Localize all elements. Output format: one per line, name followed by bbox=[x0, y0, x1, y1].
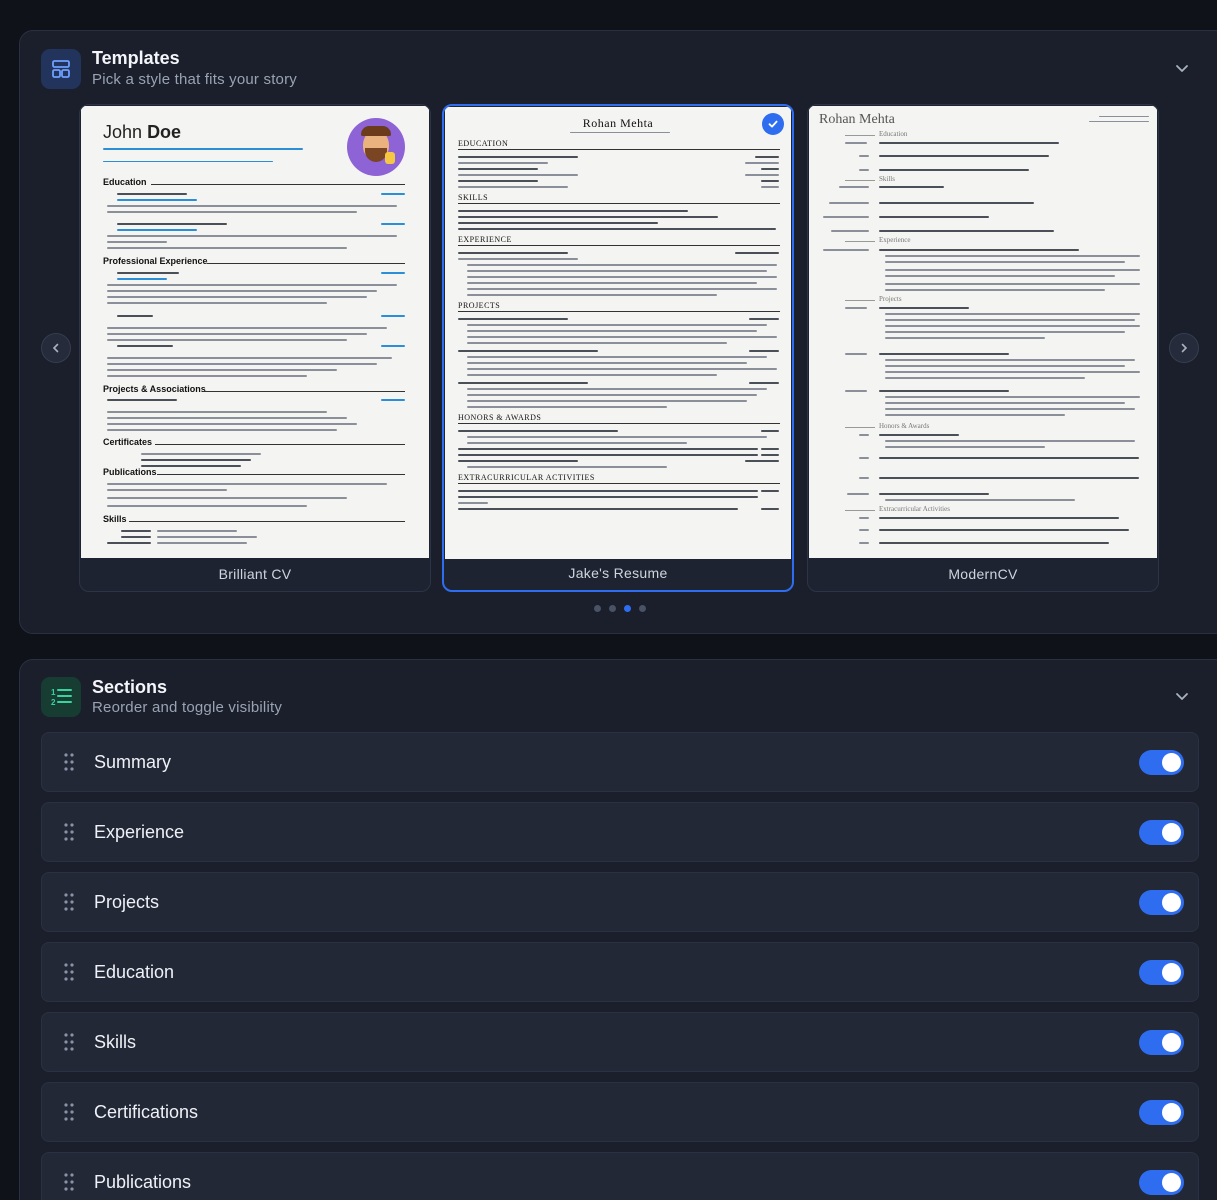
drag-handle-icon[interactable] bbox=[64, 823, 74, 841]
section-label: Skills bbox=[94, 1032, 137, 1052]
preview-section-heading: Skills bbox=[103, 514, 127, 524]
drag-handle-icon[interactable] bbox=[64, 1103, 74, 1121]
section-row-publications[interactable]: Publications bbox=[41, 1152, 1199, 1200]
preview-section-heading: Professional Experience bbox=[103, 256, 208, 266]
toggle-knob bbox=[1162, 1103, 1181, 1122]
section-row-skills[interactable]: Skills bbox=[41, 1012, 1199, 1072]
preview-section-heading: Extracurricular Activities bbox=[458, 473, 595, 482]
section-row-summary[interactable]: Summary bbox=[41, 732, 1199, 792]
carousel-prev-button[interactable] bbox=[41, 333, 71, 363]
preview-section-heading: Education bbox=[458, 139, 509, 148]
preview-name: Rohan Mehta bbox=[819, 112, 895, 127]
preview-name-first: John bbox=[103, 122, 143, 142]
carousel-dots bbox=[594, 605, 646, 612]
toggle-knob bbox=[1162, 1033, 1181, 1052]
section-row-certifications[interactable]: Certifications bbox=[41, 1082, 1199, 1142]
toggle-knob bbox=[1162, 823, 1181, 842]
template-preview-moderncv: Rohan Mehta Education Skills Experience bbox=[809, 106, 1157, 558]
preview-section-heading: Skills bbox=[879, 175, 895, 183]
preview-name: John Doe bbox=[103, 122, 181, 143]
section-label: Projects bbox=[94, 892, 160, 912]
template-card-moderncv[interactable]: Rohan Mehta Education Skills Experience bbox=[807, 104, 1159, 592]
chevron-down-icon[interactable] bbox=[1174, 60, 1190, 76]
chevron-down-icon[interactable] bbox=[1174, 688, 1190, 704]
template-label: Jake's Resume bbox=[568, 565, 668, 581]
preview-section-heading: Honors & Awards bbox=[879, 422, 930, 430]
chevron-right-icon bbox=[1181, 343, 1188, 353]
visibility-toggle[interactable] bbox=[1139, 750, 1184, 775]
sections-panel: 12 Sections Reorder and toggle visibilit… bbox=[19, 659, 1217, 1200]
section-row-education[interactable]: Education bbox=[41, 942, 1199, 1002]
toggle-knob bbox=[1162, 963, 1181, 982]
template-label: Brilliant CV bbox=[218, 566, 292, 582]
avatar bbox=[347, 118, 405, 176]
template-label: ModernCV bbox=[948, 566, 1018, 582]
numbered-list-icon: 12 bbox=[41, 677, 81, 717]
sections-subtitle: Reorder and toggle visibility bbox=[92, 699, 283, 716]
preview-section-heading: Publications bbox=[103, 467, 157, 477]
toggle-knob bbox=[1162, 753, 1181, 772]
drag-handle-icon[interactable] bbox=[64, 1173, 74, 1191]
layout-icon bbox=[41, 49, 81, 89]
templates-subtitle: Pick a style that fits your story bbox=[92, 71, 297, 88]
preview-section-heading: Skills bbox=[458, 193, 489, 202]
selected-check-icon bbox=[762, 113, 784, 135]
preview-section-heading: Experience bbox=[879, 236, 911, 244]
chevron-left-icon bbox=[52, 343, 59, 353]
template-preview-jakes-resume: Rohan Mehta Education Skills Experience bbox=[445, 107, 791, 559]
carousel-next-button[interactable] bbox=[1169, 333, 1199, 363]
preview-section-heading: Extracurricular Activities bbox=[879, 505, 950, 513]
preview-section-heading: Education bbox=[103, 177, 147, 187]
section-row-experience[interactable]: Experience bbox=[41, 802, 1199, 862]
template-card-jakes-resume[interactable]: Rohan Mehta Education Skills Experience bbox=[442, 104, 794, 592]
sections-title: Sections bbox=[92, 677, 168, 697]
preview-name-last: Doe bbox=[147, 122, 182, 142]
section-label: Certifications bbox=[94, 1102, 199, 1122]
visibility-toggle[interactable] bbox=[1139, 890, 1184, 915]
toggle-knob bbox=[1162, 1173, 1181, 1192]
template-card-brilliant-cv[interactable]: John Doe Education Professional Experien… bbox=[79, 104, 431, 592]
drag-handle-icon[interactable] bbox=[64, 963, 74, 981]
toggle-knob bbox=[1162, 893, 1181, 912]
visibility-toggle[interactable] bbox=[1139, 1030, 1184, 1055]
preview-section-heading: Honors & Awards bbox=[458, 413, 542, 422]
visibility-toggle[interactable] bbox=[1139, 1100, 1184, 1125]
section-label: Education bbox=[94, 962, 175, 982]
section-label: Summary bbox=[94, 752, 172, 772]
section-row-projects[interactable]: Projects bbox=[41, 872, 1199, 932]
visibility-toggle[interactable] bbox=[1139, 820, 1184, 845]
section-label: Experience bbox=[94, 822, 185, 842]
preview-section-heading: Experience bbox=[458, 235, 512, 244]
carousel-dot[interactable] bbox=[609, 605, 616, 612]
carousel-dot[interactable] bbox=[639, 605, 646, 612]
templates-panel: Templates Pick a style that fits your st… bbox=[19, 30, 1217, 634]
preview-section-heading: Projects bbox=[458, 301, 501, 310]
visibility-toggle[interactable] bbox=[1139, 1170, 1184, 1195]
drag-handle-icon[interactable] bbox=[64, 893, 74, 911]
carousel-dot[interactable] bbox=[594, 605, 601, 612]
drag-handle-icon[interactable] bbox=[64, 1033, 74, 1051]
svg-text:2: 2 bbox=[51, 698, 56, 707]
section-label: Publications bbox=[94, 1172, 192, 1192]
preview-section-heading: Projects & Associations bbox=[103, 384, 206, 394]
templates-title: Templates bbox=[92, 48, 180, 68]
preview-section-heading: Certificates bbox=[103, 437, 153, 447]
drag-handle-icon[interactable] bbox=[64, 753, 74, 771]
svg-text:1: 1 bbox=[51, 688, 56, 697]
carousel-dot-active[interactable] bbox=[624, 605, 631, 612]
preview-name: Rohan Mehta bbox=[582, 116, 654, 130]
preview-section-heading: Education bbox=[879, 130, 908, 138]
template-preview-brilliant-cv: John Doe Education Professional Experien… bbox=[81, 106, 429, 558]
visibility-toggle[interactable] bbox=[1139, 960, 1184, 985]
preview-section-heading: Projects bbox=[879, 295, 902, 303]
